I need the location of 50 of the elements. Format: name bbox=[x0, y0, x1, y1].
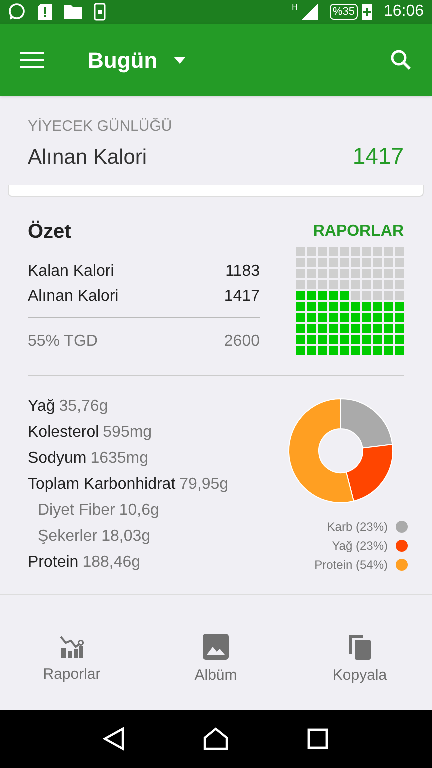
calorie-label: Alınan Kalori bbox=[28, 144, 148, 170]
copy-icon bbox=[347, 633, 373, 662]
search-icon[interactable] bbox=[390, 49, 412, 71]
back-icon[interactable] bbox=[103, 727, 125, 751]
row-value: 1417 bbox=[224, 287, 260, 307]
legend-label: Yağ (23%) bbox=[332, 538, 388, 555]
section-caption: YİYECEK GÜNLÜĞÜ bbox=[28, 117, 174, 137]
nutrient-value: 18,03g bbox=[102, 527, 151, 547]
recents-icon[interactable] bbox=[307, 728, 329, 750]
nutrient-value: 10,6g bbox=[119, 501, 160, 521]
nutrient-value: 595mg bbox=[103, 423, 152, 443]
legend-label: Protein (54%) bbox=[314, 557, 388, 574]
row-value: 1183 bbox=[226, 262, 260, 282]
signal-icon bbox=[302, 4, 318, 20]
nutrient-name: Diyet Fiber bbox=[38, 501, 116, 521]
nutrient-value: 79,95g bbox=[180, 475, 229, 495]
caret-icon bbox=[174, 56, 186, 64]
row-label: Alınan Kalori bbox=[28, 287, 119, 307]
bottom-nav-item[interactable]: Kopyala bbox=[304, 633, 416, 688]
chat-icon bbox=[8, 3, 26, 21]
nutrient-value: 35,76g bbox=[59, 397, 108, 417]
nutrient-name: Toplam Karbonhidrat bbox=[28, 475, 176, 495]
bottom-nav-item[interactable]: Albüm bbox=[160, 633, 272, 688]
legend-label: Karb (23%) bbox=[327, 519, 388, 536]
home-icon[interactable] bbox=[203, 727, 229, 751]
nutrient-name: Şekerler bbox=[38, 527, 98, 547]
nutrient-value: 188,46g bbox=[82, 553, 141, 573]
nutrient-name: Yağ bbox=[28, 397, 56, 417]
nutrient-name: Protein bbox=[28, 553, 79, 573]
summary-title: Özet bbox=[28, 220, 72, 245]
chart-icon bbox=[59, 634, 85, 660]
menu-icon[interactable] bbox=[20, 51, 44, 69]
image-icon bbox=[202, 633, 230, 662]
battery-level: %35 bbox=[330, 4, 358, 20]
charging-icon bbox=[362, 4, 372, 20]
network-type: H bbox=[292, 2, 298, 14]
phone-icon bbox=[94, 3, 106, 21]
row-label: 55% TGD bbox=[28, 332, 98, 352]
reports-link[interactable]: RAPORLAR bbox=[313, 220, 404, 244]
calorie-value: 1417 bbox=[352, 142, 404, 170]
date-dropdown[interactable]: Bugün bbox=[88, 44, 186, 76]
folder-icon bbox=[64, 5, 82, 19]
clock: 16:06 bbox=[384, 2, 424, 22]
bottom-nav-item[interactable]: Raporlar bbox=[16, 634, 128, 687]
row-value: 2600 bbox=[224, 332, 260, 352]
nutrient-name: Kolesterol bbox=[28, 423, 100, 443]
nutrient-value: 1635mg bbox=[90, 449, 149, 469]
nutrient-name: Sodyum bbox=[28, 449, 87, 469]
alert-icon bbox=[38, 4, 52, 20]
row-label: Kalan Kalori bbox=[28, 262, 114, 282]
